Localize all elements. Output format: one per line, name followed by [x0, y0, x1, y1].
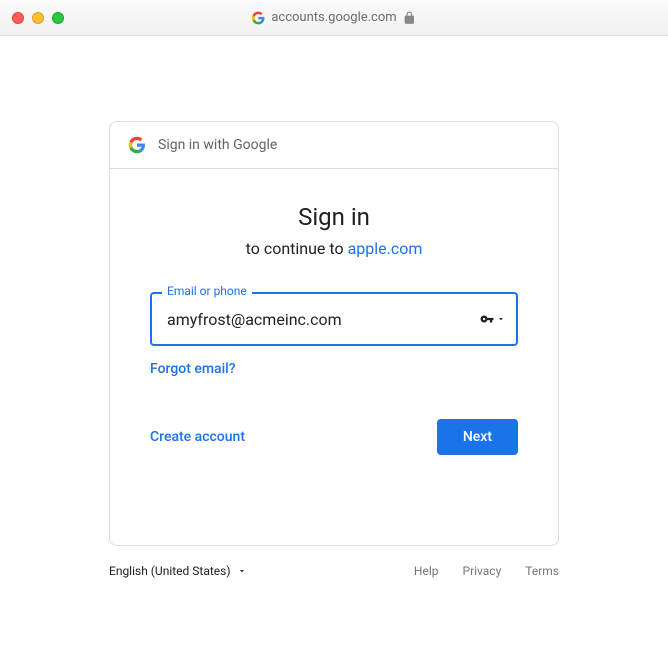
signin-card: Sign in with Google Sign in to continue …: [109, 121, 559, 546]
close-window-button[interactable]: [12, 12, 24, 24]
actions-row: Create account Next: [150, 419, 518, 455]
email-input[interactable]: [150, 292, 518, 346]
forgot-email-wrap: Forgot email?: [150, 358, 518, 377]
key-icon: [480, 312, 494, 326]
maximize-window-button[interactable]: [52, 12, 64, 24]
chevron-down-icon: [496, 314, 506, 324]
minimize-window-button[interactable]: [32, 12, 44, 24]
google-favicon-icon: [251, 11, 265, 25]
next-button[interactable]: Next: [437, 419, 518, 455]
google-logo-icon: [128, 136, 146, 154]
lock-icon: [403, 11, 417, 25]
help-link[interactable]: Help: [414, 564, 439, 578]
footer: English (United States) Help Privacy Ter…: [109, 564, 559, 578]
language-label: English (United States): [109, 564, 231, 578]
continue-target-link[interactable]: apple.com: [348, 239, 423, 258]
terms-link[interactable]: Terms: [525, 564, 559, 578]
create-account-link[interactable]: Create account: [150, 429, 245, 445]
url-text: accounts.google.com: [271, 10, 396, 25]
continue-text: to continue to apple.com: [150, 239, 518, 258]
browser-titlebar: accounts.google.com: [0, 0, 668, 36]
window-controls: [12, 12, 64, 24]
footer-links: Help Privacy Terms: [414, 564, 559, 578]
card-header-text: Sign in with Google: [158, 137, 277, 153]
forgot-email-link[interactable]: Forgot email?: [150, 361, 236, 377]
page-content: Sign in with Google Sign in to continue …: [0, 36, 668, 666]
language-selector[interactable]: English (United States): [109, 564, 247, 578]
card-header: Sign in with Google: [110, 122, 558, 169]
email-field-label: Email or phone: [162, 284, 252, 298]
continue-prefix: to continue to: [246, 239, 348, 258]
address-bar: accounts.google.com: [251, 10, 416, 25]
chevron-down-icon: [237, 566, 247, 576]
email-field-wrap: Email or phone: [150, 292, 518, 346]
page-title: Sign in: [150, 203, 518, 231]
card-body: Sign in to continue to apple.com Email o…: [110, 169, 558, 545]
passkey-dropdown-button[interactable]: [480, 312, 506, 326]
privacy-link[interactable]: Privacy: [463, 564, 502, 578]
